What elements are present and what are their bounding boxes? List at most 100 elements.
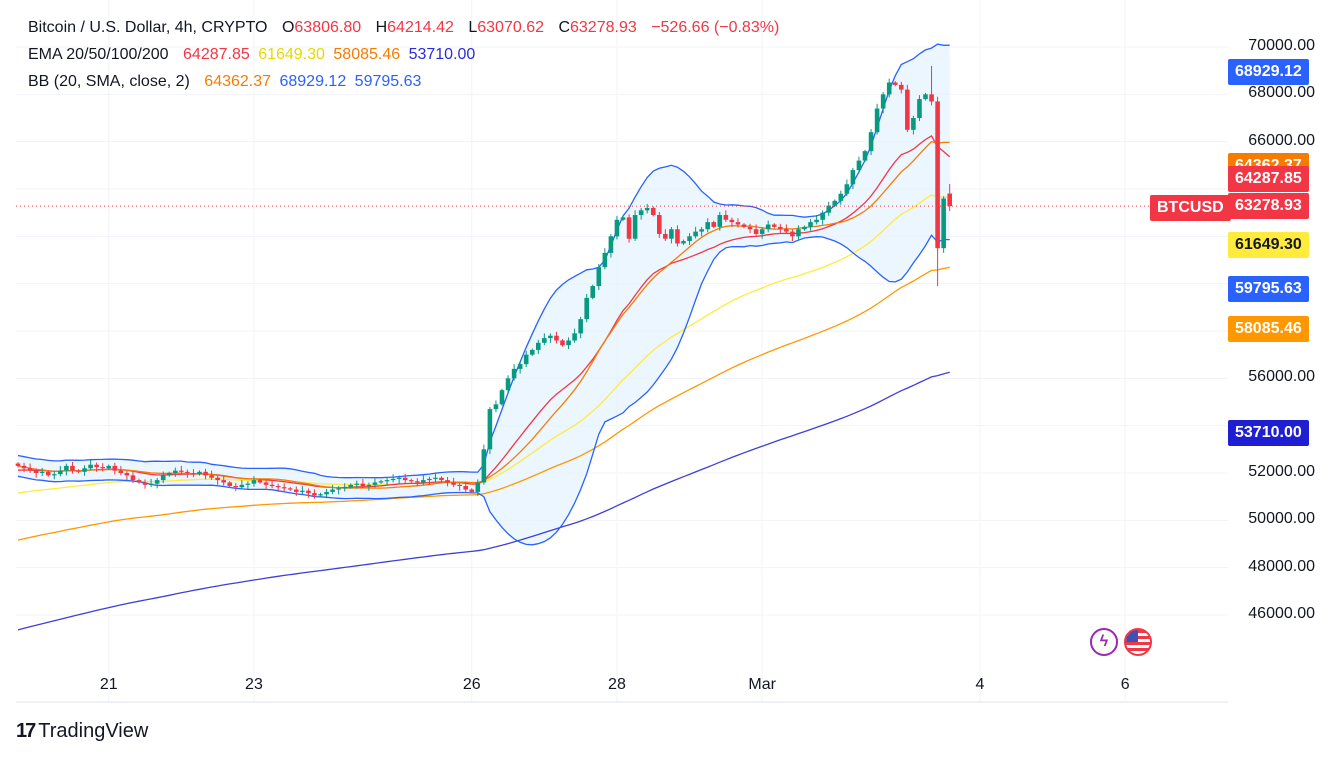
candle-body — [917, 99, 922, 118]
candle-body — [548, 335, 553, 339]
candle — [862, 149, 868, 163]
candle — [614, 215, 620, 240]
candle — [650, 206, 656, 217]
candle — [626, 214, 632, 243]
candle-body — [118, 470, 124, 473]
candle-body — [499, 390, 505, 405]
candle-body — [148, 483, 154, 485]
price-tick-label: 70000.00 — [1248, 37, 1315, 54]
bb-basis-line — [17, 140, 950, 489]
candle-body — [263, 482, 269, 485]
candle — [602, 248, 608, 270]
candle-body — [899, 84, 904, 90]
candle-body — [33, 470, 39, 473]
candle-body — [390, 478, 396, 481]
ema100-line — [17, 266, 950, 541]
candle-body — [905, 89, 910, 130]
candle-body — [312, 493, 317, 496]
ema100-value: 58085.46 — [333, 46, 401, 63]
candle-body — [584, 297, 589, 320]
candle-body — [209, 475, 214, 478]
candle-body — [778, 226, 783, 230]
candle-body — [287, 488, 293, 490]
candle-body — [475, 482, 481, 492]
candle-body — [227, 482, 233, 487]
candle-body — [820, 212, 825, 220]
candle-body — [699, 229, 704, 232]
candle-body — [173, 470, 178, 473]
candle — [590, 284, 596, 300]
price-tick-label: 56000.00 — [1248, 368, 1315, 386]
candle-body — [336, 488, 341, 490]
ema50-value: 61649.30 — [258, 46, 325, 63]
candle-body — [572, 333, 577, 341]
candle-body — [717, 215, 723, 227]
candle-body — [70, 465, 75, 471]
candle-body — [100, 467, 105, 469]
candle-body — [275, 486, 281, 488]
open-value: 63806.80 — [294, 19, 362, 36]
candle-body — [523, 354, 529, 365]
candle-body — [354, 483, 360, 485]
candle-body — [300, 490, 305, 492]
candle-body — [130, 475, 136, 481]
candle-body — [342, 487, 347, 489]
candle-body — [233, 486, 239, 488]
us-flag-icon[interactable] — [1124, 628, 1152, 656]
candle-body — [856, 160, 862, 171]
candle-body — [832, 200, 838, 206]
candle-body — [179, 470, 184, 472]
candle-body — [511, 368, 517, 379]
bolt-icon[interactable]: ϟ — [1090, 628, 1118, 656]
candle — [493, 400, 499, 413]
candle — [874, 103, 880, 135]
price-badge-ema100: 58085.46 — [1228, 315, 1309, 342]
candle-body — [88, 464, 93, 469]
time-tick-label: Mar — [748, 676, 776, 693]
symbol-badge: BTCUSD — [1150, 195, 1231, 221]
candle-body — [281, 487, 287, 489]
ema20-value: 64287.85 — [183, 46, 250, 63]
price-badge-ema20: 64287.85 — [1228, 166, 1309, 193]
ema-label[interactable]: EMA 20/50/100/200 — [28, 46, 169, 63]
symbol-title[interactable]: Bitcoin / U.S. Dollar, 4h, CRYPTO — [28, 19, 268, 36]
candle-body — [221, 480, 226, 483]
candle — [935, 96, 940, 287]
candle-body — [185, 471, 190, 473]
low-label: L — [468, 19, 478, 36]
price-tick-label: 50000.00 — [1248, 510, 1315, 528]
candle-body — [197, 471, 202, 475]
candle-body — [45, 471, 51, 476]
price-badge-ema200: 53710.00 — [1228, 419, 1309, 446]
tradingview-mark-icon: 17 — [16, 720, 36, 742]
candle-body — [64, 465, 69, 471]
tradingview-logo[interactable]: 17 TradingView — [16, 720, 148, 743]
candle-body — [366, 484, 372, 487]
candle-body — [614, 219, 620, 237]
candle-body — [402, 477, 408, 481]
price-badge-last: 63278.93 — [1228, 193, 1309, 220]
bb-label[interactable]: BB (20, SMA, close, 2) — [28, 73, 190, 90]
ema200-value: 53710.00 — [408, 46, 476, 63]
candle-body — [735, 222, 741, 225]
tradingview-brand: TradingView — [38, 720, 149, 742]
candle-body — [469, 489, 475, 492]
candle-body — [729, 219, 735, 223]
candle-body — [372, 482, 378, 485]
candle-body — [318, 494, 323, 496]
candle-body — [76, 470, 81, 472]
price-tick-label: 52000.00 — [1248, 463, 1315, 480]
candle-body — [166, 473, 172, 476]
candle-body — [608, 236, 614, 253]
price-change: −526.66 (−0.83%) — [651, 19, 780, 36]
candle-body — [396, 477, 402, 479]
candle-body — [590, 286, 596, 298]
candle-body — [687, 236, 692, 242]
candle-body — [911, 118, 916, 130]
candle-body — [542, 338, 547, 343]
candle-body — [451, 482, 456, 485]
candle-body — [892, 82, 898, 85]
candle-body — [638, 210, 644, 216]
candle-body — [771, 224, 777, 227]
candle — [499, 388, 505, 406]
